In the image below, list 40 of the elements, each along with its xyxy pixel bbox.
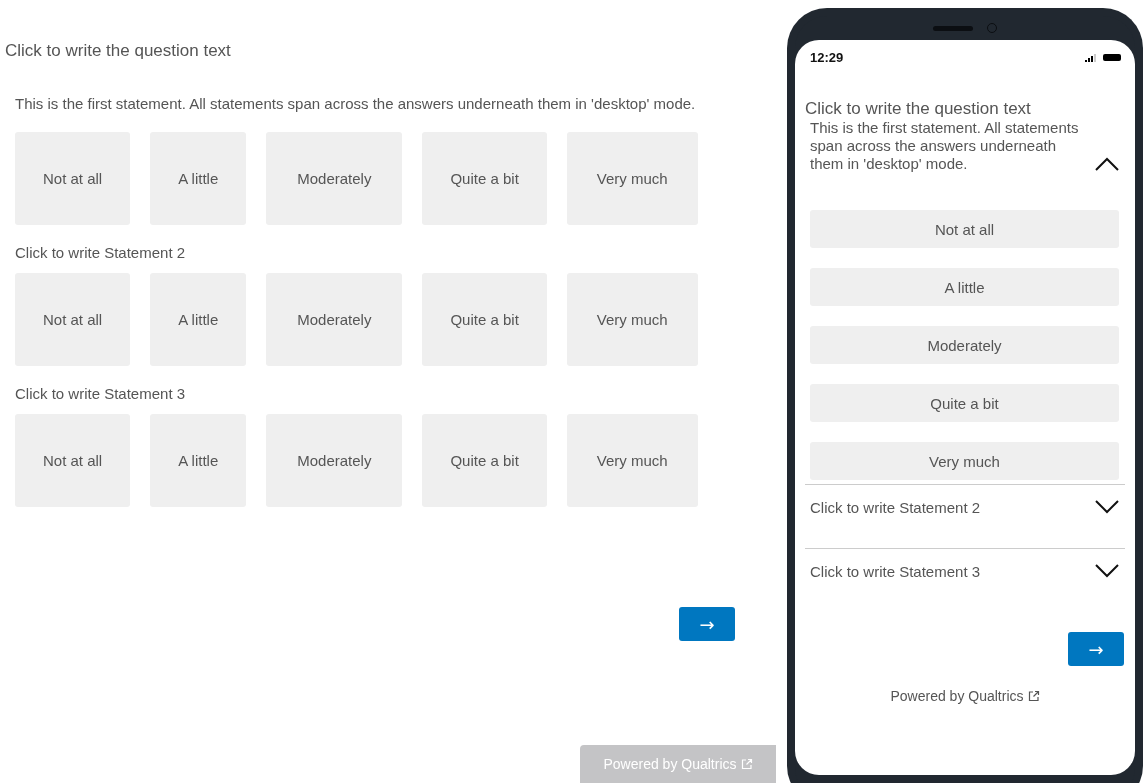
answer-option[interactable]: Moderately: [266, 414, 403, 507]
speaker-grille: [933, 25, 973, 31]
next-button[interactable]: →: [1068, 632, 1124, 666]
external-link-icon: [740, 758, 753, 770]
answer-option[interactable]: Not at all: [15, 273, 131, 366]
answer-option[interactable]: Not at all: [810, 210, 1119, 248]
answer-option[interactable]: A little: [150, 414, 247, 507]
answer-option[interactable]: Moderately: [266, 132, 403, 225]
answer-option[interactable]: A little: [810, 268, 1119, 306]
answer-option[interactable]: Moderately: [810, 326, 1119, 364]
answer-option[interactable]: Not at all: [15, 132, 131, 225]
statement-text[interactable]: This is the first statement. All statements span across the answers underneath them in 'desktop' mode.: [810, 119, 1080, 173]
answer-option[interactable]: Moderately: [266, 273, 403, 366]
powered-by-link[interactable]: Powered by Qualtrics: [890, 688, 1040, 704]
signal-icon: [1085, 53, 1097, 62]
question-text[interactable]: Click to write the question text: [805, 99, 1031, 119]
question-text[interactable]: Click to write the question text: [5, 41, 231, 61]
chevron-down-icon[interactable]: [1095, 564, 1119, 578]
statement-text[interactable]: This is the first statement. All statements span across the answers underneath them in 'desktop' mode.: [15, 96, 705, 112]
answer-option[interactable]: Very much: [566, 273, 698, 366]
next-button[interactable]: →: [679, 607, 735, 641]
chevron-up-icon[interactable]: [1095, 157, 1119, 171]
statement-text[interactable]: Click to write Statement 2: [15, 245, 705, 261]
statement-text[interactable]: Click to write Statement 3: [15, 386, 705, 402]
clock-time: 12:29: [810, 50, 844, 65]
answer-option[interactable]: Very much: [810, 442, 1119, 480]
answer-option[interactable]: Very much: [566, 414, 698, 507]
battery-icon: [1103, 54, 1121, 61]
statement-text[interactable]: Click to write Statement 2: [810, 499, 1080, 517]
answer-option[interactable]: A little: [150, 273, 247, 366]
answer-option[interactable]: Quite a bit: [422, 414, 547, 507]
answer-option[interactable]: Not at all: [15, 414, 131, 507]
answer-option[interactable]: Quite a bit: [422, 132, 547, 225]
answer-option[interactable]: Quite a bit: [810, 384, 1119, 422]
answer-option[interactable]: A little: [150, 132, 247, 225]
answer-option[interactable]: Quite a bit: [422, 273, 547, 366]
chevron-down-icon[interactable]: [1095, 500, 1119, 514]
external-link-icon: [1027, 690, 1040, 702]
statement-text[interactable]: Click to write Statement 3: [810, 563, 1080, 581]
answer-option[interactable]: Very much: [566, 132, 698, 225]
